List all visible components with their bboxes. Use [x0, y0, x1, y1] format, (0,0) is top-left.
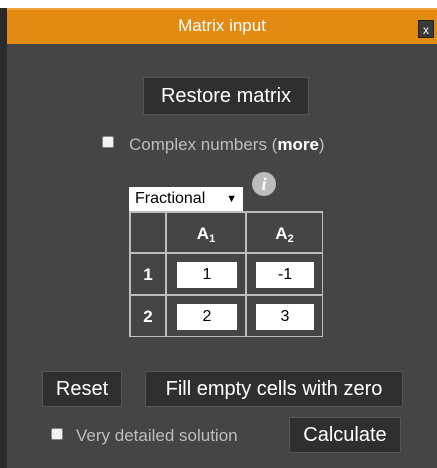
column-header-name: A [196, 224, 210, 243]
column-header-a1: A1 [166, 212, 246, 253]
row-header-2: 2 [130, 295, 166, 337]
number-format-select[interactable]: Fractional ▼ [129, 187, 243, 211]
detailed-solution-label: Very detailed solution [76, 426, 238, 445]
column-header-sub: 1 [209, 233, 216, 245]
matrix-input-2-2[interactable] [256, 304, 314, 330]
background-strip [0, 0, 437, 8]
reset-button[interactable]: Reset [42, 371, 122, 407]
close-button[interactable]: x [418, 20, 434, 38]
fill-zero-button[interactable]: Fill empty cells with zero [145, 371, 403, 407]
complex-numbers-text: Complex numbers ( [129, 135, 278, 154]
dropdown-arrow-icon: ▼ [226, 193, 237, 205]
dialog-title: Matrix input [178, 16, 266, 35]
matrix-input-1-1[interactable] [177, 262, 237, 288]
column-header-a2: A2 [246, 212, 323, 253]
column-header-name: A [275, 224, 288, 243]
info-icon[interactable]: i [252, 172, 276, 196]
complex-numbers-label: Complex numbers (more) [129, 135, 325, 155]
column-header-sub: 2 [287, 233, 294, 245]
matrix-input-1-2[interactable] [256, 262, 314, 288]
restore-matrix-button[interactable]: Restore matrix [143, 77, 309, 115]
matrix-input-dialog: Matrix input x Restore matrix Complex nu… [7, 8, 437, 468]
detailed-solution-checkbox[interactable] [51, 428, 63, 440]
matrix-cell-2-2 [246, 295, 323, 337]
number-format-value: Fractional [135, 190, 206, 207]
matrix-input-2-1[interactable] [177, 304, 237, 330]
matrix-corner-cell [130, 212, 166, 253]
complex-numbers-close: ) [318, 135, 325, 154]
row-header-1: 1 [130, 253, 166, 295]
matrix-cell-1-1 [166, 253, 246, 295]
more-link[interactable]: more [277, 135, 319, 154]
dialog-title-bar[interactable]: Matrix input x [7, 8, 437, 44]
matrix-cell-1-2 [246, 253, 323, 295]
matrix-cell-2-1 [166, 295, 246, 337]
complex-numbers-checkbox[interactable] [102, 136, 114, 148]
matrix-table: A1 A2 1 2 [129, 211, 323, 337]
calculate-button[interactable]: Calculate [289, 417, 401, 453]
